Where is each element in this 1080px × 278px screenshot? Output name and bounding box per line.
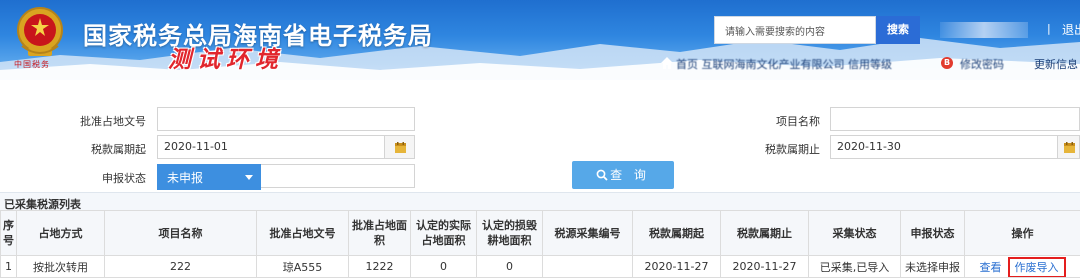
change-password-link[interactable]: 修改密码	[960, 56, 1004, 70]
cell-source-no	[543, 256, 633, 278]
table-header-row: 序号 占地方式 项目名称 批准占地文号 批准占地面积 认定的实际占地面积 认定的…	[1, 211, 1080, 256]
cell-approved-area: 1222	[349, 256, 411, 278]
cell-period-end: 2020-11-27	[721, 256, 809, 278]
cell-damaged-area: 0	[477, 256, 543, 278]
cell-operation: 查看作废导入	[965, 256, 1080, 278]
header-separator: |	[1047, 22, 1051, 35]
search-icon	[596, 169, 608, 181]
site-header: 中国税务 国家税务总局海南省电子税务局 测试环境 请输入需要搜索的内容 搜索 |…	[0, 0, 1080, 80]
header-seq: 序号	[1, 211, 17, 256]
declare-status-extra	[261, 164, 415, 188]
search-button[interactable]: 搜索	[876, 16, 920, 44]
test-environment-label: 测试环境	[168, 40, 284, 74]
home-icon[interactable]	[660, 56, 674, 70]
cell-period-start: 2020-11-27	[633, 256, 721, 278]
project-name-input[interactable]	[830, 107, 1080, 131]
header-approval-no: 批准占地文号	[257, 211, 349, 256]
seal-text: 中国税务	[14, 59, 66, 70]
approval-no-label: 批准占地文号	[60, 113, 146, 129]
company-info-text: 首页 互联网海南文化产业有限公司 信用等级	[676, 56, 892, 70]
cell-declare-status: 未选择申报	[901, 256, 965, 278]
project-name-label: 项目名称	[730, 113, 820, 129]
header-source-no: 税源采集编号	[543, 211, 633, 256]
cell-project: 222	[105, 256, 257, 278]
logout-link[interactable]: 退出	[1062, 21, 1080, 38]
update-info-link[interactable]: 更新信息	[1034, 56, 1078, 70]
header-approved-area: 批准占地面积	[349, 211, 411, 256]
chevron-down-icon	[245, 175, 253, 180]
cell-actual-area: 0	[411, 256, 477, 278]
declare-status-label: 申报状态	[60, 170, 146, 186]
calendar-icon	[1064, 142, 1075, 153]
header-collect-status: 采集状态	[809, 211, 901, 256]
header-period-start: 税款属期起	[633, 211, 721, 256]
header-damaged-area: 认定的损毁耕地面积	[477, 211, 543, 256]
user-name-area	[940, 22, 1028, 38]
header-method: 占地方式	[17, 211, 105, 256]
period-start-label: 税款属期起	[60, 141, 146, 157]
user-info-bar: 首页 互联网海南文化产业有限公司 信用等级 B 修改密码 更新信息	[660, 56, 1080, 70]
collected-source-list-title: 已采集税源列表	[0, 192, 1080, 210]
header-operation: 操作	[965, 211, 1080, 256]
cell-approval-no: 琼A555	[257, 256, 349, 278]
header-period-end: 税款属期止	[721, 211, 809, 256]
period-end-calendar-button[interactable]	[1058, 135, 1080, 159]
period-end-input[interactable]: 2020-11-30	[830, 135, 1058, 159]
cell-collect-status: 已采集,已导入	[809, 256, 901, 278]
tax-emblem-icon	[12, 4, 68, 62]
view-link[interactable]: 查看	[980, 261, 1002, 274]
tax-source-table: 序号 占地方式 项目名称 批准占地文号 批准占地面积 认定的实际占地面积 认定的…	[0, 210, 1080, 278]
search-input[interactable]: 请输入需要搜索的内容	[714, 16, 876, 44]
approval-no-input[interactable]	[157, 107, 415, 131]
cell-seq: 1	[1, 256, 17, 278]
cell-method: 按批次转用	[17, 256, 105, 278]
header-declare-status: 申报状态	[901, 211, 965, 256]
period-start-input[interactable]: 2020-11-01	[157, 135, 385, 159]
period-end-label: 税款属期止	[730, 141, 820, 157]
calendar-icon	[395, 142, 406, 153]
period-start-calendar-button[interactable]	[385, 135, 415, 159]
header-actual-area: 认定的实际占地面积	[411, 211, 477, 256]
table-row: 1 按批次转用 222 琼A555 1222 0 0 2020-11-27 20…	[1, 256, 1080, 278]
query-button-label: 查 询	[610, 168, 650, 182]
query-button[interactable]: 查 询	[572, 161, 674, 189]
void-import-link[interactable]: 作废导入	[1008, 257, 1066, 278]
header-project: 项目名称	[105, 211, 257, 256]
credit-level-badge: B	[941, 57, 953, 69]
